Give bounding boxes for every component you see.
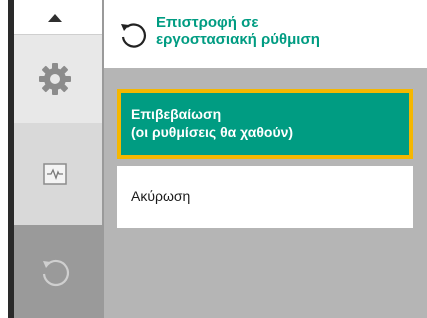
bezel-edge [8, 0, 14, 318]
rail-item-settings[interactable] [8, 35, 102, 123]
cancel-button[interactable]: Ακύρωση [117, 166, 413, 228]
rail-item-diagnostics[interactable] [8, 123, 102, 225]
arrow-up-icon [48, 14, 62, 22]
rail-item-reset[interactable] [8, 225, 102, 318]
confirm-reset-button[interactable]: Επιβεβαίωση (οι ρυθμίσεις θα χαθούν) [117, 89, 413, 159]
page-title-line-2: εργοστασιακή ρύθμιση [156, 31, 320, 48]
page-title: Επιστροφή σε εργοστασιακή ρύθμιση [156, 14, 416, 48]
cancel-label: Ακύρωση [131, 188, 191, 204]
diagnostics-icon [43, 163, 67, 185]
reset-icon [121, 23, 146, 48]
gear-icon [39, 63, 71, 95]
page-header: Επιστροφή σε εργοστασιακή ρύθμιση [104, 0, 427, 68]
confirm-warning-label: (οι ρυθμίσεις θα χαθούν) [131, 124, 294, 140]
device-screen: Επιστροφή σε εργοστασιακή ρύθμιση Επιβεβ… [8, 0, 427, 318]
reset-icon [42, 259, 70, 286]
rail-scroll-up[interactable] [8, 0, 102, 35]
confirm-label: Επιβεβαίωση [131, 106, 222, 122]
page-title-line-1: Επιστροφή σε [156, 14, 259, 31]
main-panel: Επιστροφή σε εργοστασιακή ρύθμιση Επιβεβ… [104, 0, 427, 318]
menu-rail [8, 0, 104, 318]
